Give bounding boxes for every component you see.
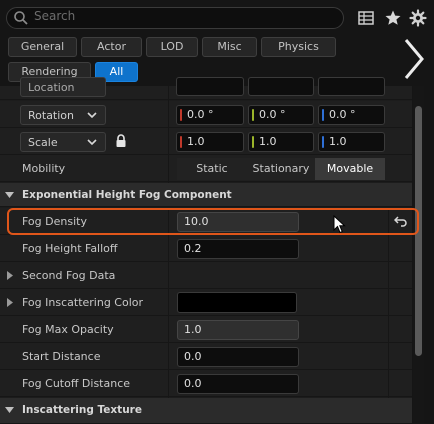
rotation-row: Rotation 0.0 ° 0.0 ° 0.0 ° bbox=[0, 101, 412, 128]
x-axis-marker bbox=[180, 109, 182, 121]
fog-height-falloff-label: Fog Height Falloff bbox=[22, 242, 118, 255]
rotation-z-value: 0.0 ° bbox=[329, 108, 356, 121]
rotation-y-value: 0.0 ° bbox=[259, 108, 286, 121]
location-z-field[interactable] bbox=[318, 77, 385, 96]
fog-density-highlight bbox=[7, 208, 419, 235]
table-view-icon[interactable] bbox=[357, 9, 375, 27]
tab-actor[interactable]: Actor bbox=[81, 37, 142, 57]
z-axis-marker bbox=[322, 136, 324, 148]
gear-icon[interactable] bbox=[409, 9, 427, 27]
fog-height-falloff-field[interactable]: 0.2 bbox=[177, 239, 299, 259]
z-axis-marker bbox=[322, 109, 324, 121]
fog-category-header[interactable]: Exponential Height Fog Component bbox=[0, 183, 412, 207]
scale-row: Scale 1.0 1.0 1.0 bbox=[0, 128, 412, 155]
location-y-field[interactable] bbox=[248, 77, 314, 96]
scale-dropdown[interactable]: Scale bbox=[20, 132, 106, 152]
reset-column-divider bbox=[388, 208, 389, 398]
rotation-y-field[interactable]: 0.0 ° bbox=[248, 105, 314, 125]
mouse-cursor-icon bbox=[333, 215, 346, 234]
location-x-field[interactable] bbox=[176, 77, 244, 96]
inscattering-texture-category-header[interactable]: Inscattering Texture bbox=[0, 398, 412, 424]
tab-physics[interactable]: Physics bbox=[261, 37, 336, 57]
rotation-x-field[interactable]: 0.0 ° bbox=[176, 105, 244, 125]
start-distance-label: Start Distance bbox=[22, 350, 101, 363]
fog-category-title: Exponential Height Fog Component bbox=[22, 189, 232, 201]
collapse-arrow-icon bbox=[5, 407, 14, 413]
fog-max-opacity-field[interactable]: 1.0 bbox=[177, 320, 299, 340]
fog-max-opacity-label: Fog Max Opacity bbox=[22, 323, 114, 336]
star-icon[interactable] bbox=[384, 9, 402, 27]
x-axis-marker bbox=[180, 136, 182, 148]
chevron-down-icon bbox=[87, 139, 97, 146]
location-dropdown[interactable]: Location bbox=[20, 77, 106, 97]
start-distance-row: Start Distance 0.0 bbox=[0, 343, 412, 370]
fog-inscattering-color-row: Fog Inscattering Color bbox=[0, 289, 412, 316]
fog-cutoff-distance-row: Fog Cutoff Distance 0.0 bbox=[0, 370, 412, 397]
tab-lod[interactable]: LOD bbox=[146, 37, 198, 57]
scale-x-value: 1.0 bbox=[187, 135, 205, 148]
scale-z-value: 1.0 bbox=[329, 135, 347, 148]
mobility-label: Mobility bbox=[22, 162, 66, 175]
scale-x-field[interactable]: 1.0 bbox=[176, 132, 244, 152]
y-axis-marker bbox=[252, 136, 254, 148]
second-fog-data-row[interactable]: Second Fog Data bbox=[0, 262, 412, 289]
mobility-movable-option[interactable]: Movable bbox=[315, 158, 385, 180]
search-input[interactable]: Search bbox=[34, 9, 75, 23]
scale-y-field[interactable]: 1.0 bbox=[248, 132, 314, 152]
rotation-z-field[interactable]: 0.0 ° bbox=[318, 105, 385, 125]
rotation-label: Rotation bbox=[28, 109, 75, 122]
fog-inscattering-color-swatch[interactable] bbox=[177, 292, 297, 313]
mobility-row: Mobility Static Stationary Movable bbox=[0, 155, 412, 182]
expand-arrow-icon[interactable] bbox=[7, 271, 13, 280]
fog-max-opacity-row: Fog Max Opacity 1.0 bbox=[0, 316, 412, 343]
fog-inscattering-color-label: Fog Inscattering Color bbox=[22, 296, 144, 309]
fog-cutoff-distance-field[interactable]: 0.0 bbox=[177, 374, 299, 394]
collapse-arrow-icon bbox=[5, 192, 14, 198]
inscattering-texture-title: Inscattering Texture bbox=[22, 404, 142, 416]
scale-z-field[interactable]: 1.0 bbox=[318, 132, 385, 152]
chevron-right-icon[interactable] bbox=[398, 36, 428, 82]
rotation-dropdown[interactable]: Rotation bbox=[20, 105, 106, 125]
tab-misc[interactable]: Misc bbox=[202, 37, 257, 57]
chevron-down-icon bbox=[87, 112, 97, 119]
y-axis-marker bbox=[252, 109, 254, 121]
mobility-static-option[interactable]: Static bbox=[177, 158, 247, 180]
fog-height-falloff-row: Fog Height Falloff 0.2 bbox=[0, 235, 412, 262]
second-fog-data-label: Second Fog Data bbox=[22, 269, 116, 282]
location-row: Location bbox=[0, 77, 412, 100]
tab-general[interactable]: General bbox=[8, 37, 77, 57]
mobility-stationary-option[interactable]: Stationary bbox=[247, 158, 315, 180]
start-distance-field[interactable]: 0.0 bbox=[177, 347, 299, 367]
expand-arrow-icon[interactable] bbox=[7, 298, 13, 307]
search-icon bbox=[14, 11, 28, 25]
fog-cutoff-distance-label: Fog Cutoff Distance bbox=[22, 377, 131, 390]
scale-label: Scale bbox=[28, 136, 58, 149]
column-divider[interactable] bbox=[168, 86, 169, 183]
column-divider[interactable] bbox=[168, 208, 169, 398]
lock-icon[interactable] bbox=[115, 134, 127, 148]
rotation-x-value: 0.0 ° bbox=[187, 108, 214, 121]
scale-y-value: 1.0 bbox=[259, 135, 277, 148]
